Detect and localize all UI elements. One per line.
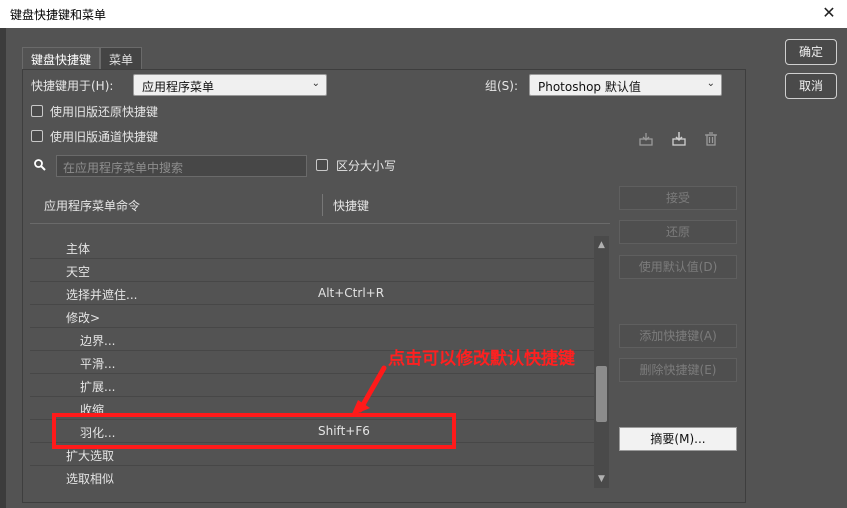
trash-icon[interactable] <box>702 131 720 149</box>
ok-button[interactable]: 确定 <box>785 39 837 65</box>
match-case-label: 区分大小写 <box>336 159 397 173</box>
command-column-header: 应用程序菜单命令 <box>44 199 141 213</box>
accept-button[interactable]: 接受 <box>619 186 737 210</box>
tab-bar: 键盘快捷键 菜单 <box>22 47 143 69</box>
use-default-button[interactable]: 使用默认值(D) <box>619 255 737 279</box>
command-name: 选取相似 <box>66 472 115 486</box>
command-shortcut: Alt+Ctrl+R <box>318 286 385 300</box>
shortcuts-for-value: 应用程序菜单 <box>142 80 215 94</box>
title-bar: 键盘快捷键和菜单 ✕ <box>0 0 847 28</box>
chevron-down-icon: ⌄ <box>706 78 715 89</box>
command-name: 平滑... <box>80 357 116 371</box>
list-item[interactable]: 选取相似 <box>30 466 595 488</box>
list-item[interactable]: 主体 <box>30 236 595 259</box>
save-set-icon[interactable] <box>637 131 655 149</box>
list-header: 应用程序菜单命令 快捷键 <box>30 186 610 224</box>
chevron-down-icon[interactable]: ▼ <box>594 472 609 486</box>
shortcut-column-header: 快捷键 <box>333 199 370 213</box>
command-name: 天空 <box>66 265 91 279</box>
tab-menus[interactable]: 菜单 <box>100 47 143 69</box>
search-icon <box>33 158 47 172</box>
command-name: 主体 <box>66 242 91 256</box>
delete-shortcut-button[interactable]: 删除快捷键(E) <box>619 358 737 382</box>
window-edge <box>0 28 6 508</box>
set-select[interactable]: Photoshop 默认值 ⌄ <box>529 74 722 96</box>
cancel-button[interactable]: 取消 <box>785 73 837 99</box>
command-name: 边界... <box>80 334 116 348</box>
close-icon[interactable]: ✕ <box>819 3 839 23</box>
window-title: 键盘快捷键和菜单 <box>10 8 107 22</box>
list-item[interactable]: 选择并遮住... Alt+Ctrl+R <box>30 282 595 305</box>
summarize-button[interactable]: 摘要(M)... <box>619 427 737 451</box>
command-name: 扩展... <box>80 380 116 394</box>
command-name: 修改> <box>66 311 101 325</box>
annotation-text: 点击可以修改默认快捷键 <box>388 349 575 369</box>
set-label: 组(S): <box>485 79 519 93</box>
chevron-down-icon: ⌄ <box>311 78 320 89</box>
search-placeholder: 在应用程序菜单中搜索 <box>63 161 184 175</box>
new-set-icon[interactable] <box>670 131 688 149</box>
legacy-undo-label: 使用旧版还原快捷键 <box>50 105 159 119</box>
annotation-arrow-icon <box>348 364 390 425</box>
add-shortcut-button[interactable]: 添加快捷键(A) <box>619 324 737 348</box>
undo-button[interactable]: 还原 <box>619 220 737 244</box>
command-name: 扩大选取 <box>66 449 115 463</box>
scrollbar-thumb[interactable] <box>596 366 607 422</box>
shortcuts-for-select[interactable]: 应用程序菜单 ⌄ <box>133 74 327 96</box>
search-input[interactable]: 在应用程序菜单中搜索 <box>56 155 307 177</box>
list-scrollbar[interactable]: ▲ ▼ <box>594 236 609 488</box>
set-value: Photoshop 默认值 <box>538 80 641 94</box>
legacy-channel-label: 使用旧版通道快捷键 <box>50 130 159 144</box>
list-item[interactable]: 天空 <box>30 259 595 282</box>
list-item[interactable]: 修改> <box>30 305 595 328</box>
tab-keyboard-shortcuts[interactable]: 键盘快捷键 <box>22 47 101 69</box>
list-item[interactable]: 扩展... <box>30 374 595 397</box>
column-divider <box>322 194 323 216</box>
highlight-box <box>52 413 456 449</box>
legacy-channel-checkbox[interactable] <box>31 130 43 142</box>
legacy-undo-checkbox[interactable] <box>31 105 43 117</box>
shortcuts-for-label: 快捷键用于(H): <box>31 79 114 93</box>
chevron-up-icon[interactable]: ▲ <box>594 238 609 252</box>
command-name: 选择并遮住... <box>66 288 138 302</box>
match-case-checkbox[interactable] <box>316 159 328 171</box>
